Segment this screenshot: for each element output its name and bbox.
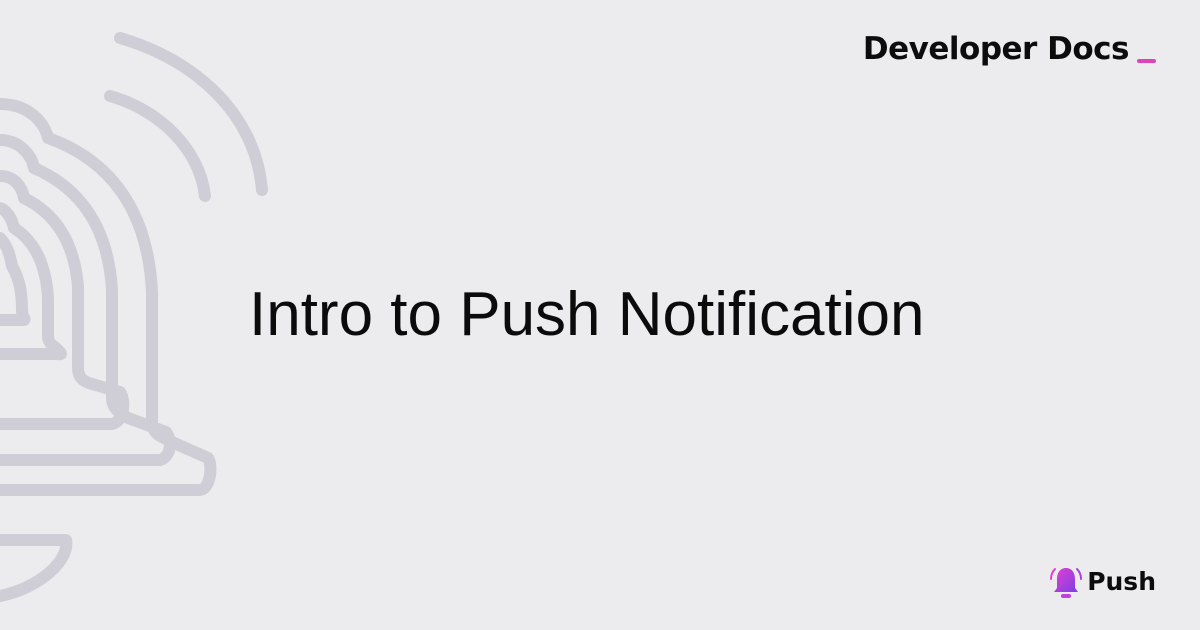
page-title: Intro to Push Notification [249,280,925,349]
brand-logo: Push [1049,564,1156,600]
brand-name: Push [1087,567,1156,596]
developer-docs-text: Developer Docs [862,31,1130,67]
developer-docs-label: Developer Docs [863,30,1156,68]
bell-icon [1050,568,1083,598]
cursor-underscore-icon [1137,59,1156,63]
